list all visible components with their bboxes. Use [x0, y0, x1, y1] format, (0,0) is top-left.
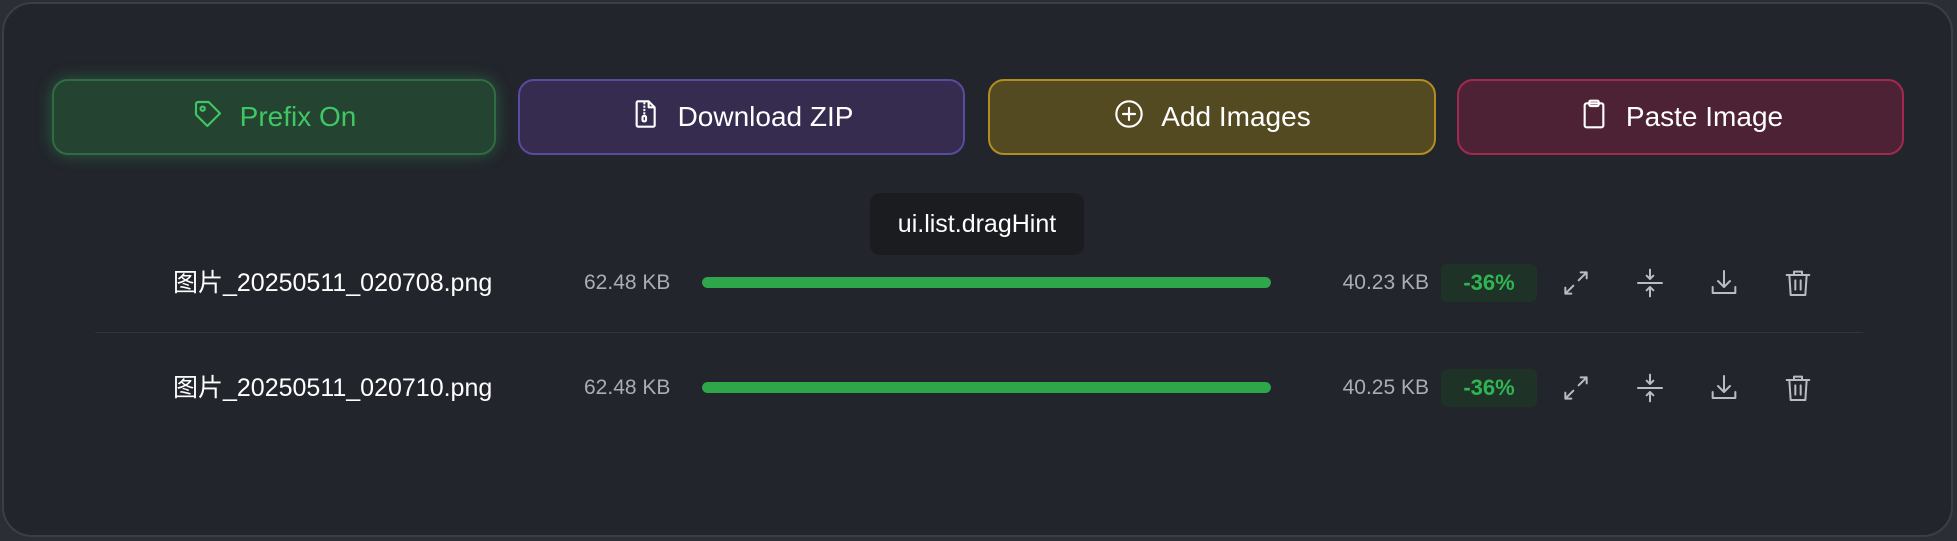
original-size: 62.48 KB — [584, 376, 671, 399]
prefix-toggle-button[interactable]: Prefix On — [52, 79, 496, 155]
progress-fill — [702, 277, 1271, 288]
drag-hint-text: ui.list.dragHint — [897, 209, 1057, 238]
savings-badge: -36% — [1441, 264, 1537, 302]
savings-badge: -36% — [1441, 369, 1537, 407]
prefix-toggle-label: Prefix On — [239, 101, 357, 132]
paste-image-label: Paste Image — [1625, 101, 1784, 132]
progress-fill — [702, 382, 1271, 393]
download-icon[interactable] — [1705, 369, 1743, 407]
trash-icon[interactable] — [1779, 264, 1817, 302]
row-divider — [95, 332, 1863, 333]
download-icon[interactable] — [1705, 264, 1743, 302]
download-zip-button[interactable]: Download ZIP — [518, 79, 965, 155]
plus-circle-icon — [1113, 98, 1145, 137]
trash-icon[interactable] — [1779, 369, 1817, 407]
file-row[interactable]: 图片_20250511_020710.png 62.48 KB 40.25 KB… — [95, 338, 1863, 438]
compress-icon[interactable] — [1631, 369, 1669, 407]
progress-bar — [702, 382, 1271, 393]
paste-image-button[interactable]: Paste Image — [1457, 79, 1904, 155]
expand-icon[interactable] — [1557, 264, 1595, 302]
original-size: 62.48 KB — [584, 271, 671, 294]
drag-hint-tooltip: ui.list.dragHint — [870, 193, 1084, 255]
add-images-button[interactable]: Add Images — [988, 79, 1436, 155]
file-name: 图片_20250511_020708.png — [173, 269, 493, 297]
compressed-size: 40.23 KB — [1342, 271, 1429, 294]
download-zip-label: Download ZIP — [677, 101, 854, 132]
add-images-label: Add Images — [1161, 101, 1311, 132]
compress-icon[interactable] — [1631, 264, 1669, 302]
file-name: 图片_20250511_020710.png — [173, 374, 493, 402]
toolbar: Prefix On Download ZIP Add Images Paste … — [52, 79, 1904, 157]
zip-file-icon — [630, 98, 662, 137]
clipboard-icon — [1578, 98, 1610, 137]
tag-icon — [192, 98, 224, 137]
expand-icon[interactable] — [1557, 369, 1595, 407]
progress-bar — [702, 277, 1271, 288]
compressed-size: 40.25 KB — [1342, 376, 1429, 399]
